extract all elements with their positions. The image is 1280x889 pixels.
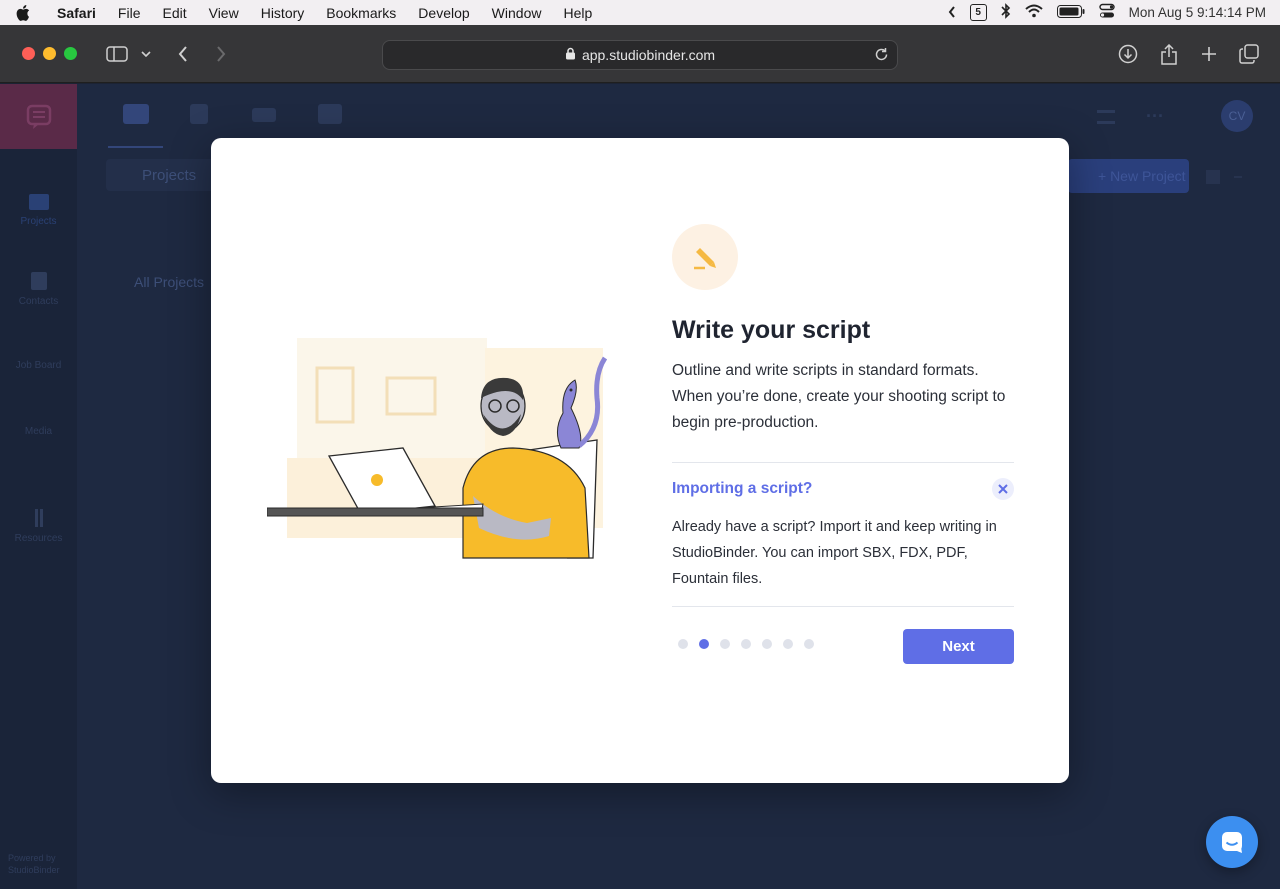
sidebar-toggle-icon[interactable] <box>104 39 130 69</box>
import-script-title: Importing a script? <box>672 480 813 497</box>
wifi-icon[interactable] <box>1024 4 1043 21</box>
menu-window[interactable]: Window <box>481 5 553 21</box>
tab-contacts-icon[interactable] <box>190 104 208 124</box>
close-window-button[interactable] <box>22 47 35 60</box>
sidebar-item-label: Contacts <box>18 296 59 307</box>
tab-calendar-icon[interactable] <box>318 104 342 124</box>
battery-icon[interactable] <box>1056 4 1085 21</box>
menu-help[interactable]: Help <box>552 5 603 21</box>
close-icon[interactable] <box>992 478 1014 500</box>
menubar-status-area: 5 Mon Aug 5 9:14:14 PM <box>948 0 1266 25</box>
tab-overview-icon[interactable] <box>1238 39 1260 69</box>
new-project-button[interactable]: + New Project <box>1068 159 1189 193</box>
sidebar-item-media[interactable]: Media <box>0 426 77 437</box>
menubar-clock[interactable]: Mon Aug 5 9:14:14 PM <box>1129 5 1266 20</box>
grid-view-icon[interactable] <box>1206 170 1220 184</box>
projects-breadcrumb[interactable]: Projects <box>106 159 216 191</box>
pagination-dot[interactable] <box>699 639 709 649</box>
new-project-label: + New Project <box>1098 168 1186 184</box>
chevron-left-icon[interactable] <box>948 5 956 21</box>
app-sidebar: Projects Contacts Job Board Media Resour… <box>0 84 77 889</box>
chat-icon[interactable] <box>1206 816 1258 868</box>
view-dropdown-icon[interactable] <box>1234 176 1242 178</box>
minimize-window-button[interactable] <box>43 47 56 60</box>
lock-icon <box>565 47 576 63</box>
divider-top <box>672 462 1014 463</box>
chevron-down-icon[interactable] <box>138 39 154 69</box>
all-projects-heading: All Projects <box>102 274 204 290</box>
pagination-dot[interactable] <box>804 639 814 649</box>
calendar-icon[interactable]: 5 <box>969 4 987 21</box>
menu-develop[interactable]: Develop <box>407 5 480 21</box>
forward-icon[interactable] <box>212 39 230 69</box>
more-options-icon[interactable]: ··· <box>1146 106 1164 127</box>
menu-bookmarks[interactable]: Bookmarks <box>315 5 407 21</box>
menu-lines-icon[interactable] <box>1097 110 1115 124</box>
menu-edit[interactable]: Edit <box>151 5 197 21</box>
pagination-dot[interactable] <box>720 639 730 649</box>
sidebar-item-label: Job Board <box>15 360 62 371</box>
sidebar-item-projects[interactable]: Projects <box>0 194 77 227</box>
import-script-description: Already have a script? Import it and kee… <box>672 519 997 587</box>
menu-app-name[interactable]: Safari <box>46 5 107 21</box>
sidebar-item-contacts[interactable]: Contacts <box>0 272 77 307</box>
bluetooth-icon[interactable] <box>1001 3 1011 22</box>
studiobinder-logo-icon <box>0 84 77 149</box>
control-center-icon[interactable] <box>1098 3 1115 22</box>
divider-bottom <box>672 606 1014 607</box>
sidebar-item-label: Media <box>24 426 53 437</box>
onboarding-modal: Write your script Outline and write scri… <box>211 138 1069 783</box>
new-tab-icon[interactable] <box>1198 39 1220 69</box>
pencil-icon <box>672 224 738 290</box>
next-button-label: Next <box>942 638 975 655</box>
safari-toolbar: app.studiobinder.com <box>0 25 1280 83</box>
calendar-badge: 5 <box>975 7 981 18</box>
contacts-icon <box>30 272 47 290</box>
sidebar-item-job-board[interactable]: Job Board <box>0 360 77 371</box>
avatar-initials: CV <box>1228 109 1246 123</box>
next-button[interactable]: Next <box>903 629 1014 664</box>
share-icon[interactable] <box>1158 39 1180 69</box>
apple-menu-icon[interactable] <box>0 4 46 21</box>
pagination-dot[interactable] <box>762 639 772 649</box>
address-bar[interactable]: app.studiobinder.com <box>382 40 898 70</box>
macos-menubar: Safari File Edit View History Bookmarks … <box>0 0 1280 25</box>
projects-icon <box>28 194 49 210</box>
sidebar-item-resources[interactable]: Resources <box>0 509 77 544</box>
menu-view[interactable]: View <box>198 5 250 21</box>
pagination-dots <box>678 639 814 649</box>
pagination-dot[interactable] <box>678 639 688 649</box>
zoom-window-button[interactable] <box>64 47 77 60</box>
tab-projects-icon[interactable] <box>123 104 149 124</box>
reload-icon[interactable] <box>874 47 889 65</box>
sidebar-item-label: Resources <box>14 533 63 544</box>
modal-title: Write your script <box>672 316 871 344</box>
active-tab-underline <box>108 146 163 148</box>
all-projects-label: All Projects <box>134 274 205 290</box>
menu-file[interactable]: File <box>107 5 152 21</box>
modal-description: Outline and write scripts in standard fo… <box>672 362 1006 431</box>
back-icon[interactable] <box>174 39 192 69</box>
sidebar-item-label: Projects <box>20 216 57 227</box>
avatar[interactable]: CV <box>1221 100 1253 132</box>
tab-locations-icon[interactable] <box>252 108 276 122</box>
writer-illustration <box>267 338 608 559</box>
pagination-dot[interactable] <box>741 639 751 649</box>
projects-breadcrumb-label: Projects <box>142 166 197 184</box>
powered-by-text: Powered by StudioBinder <box>8 853 60 875</box>
pagination-dot[interactable] <box>783 639 793 649</box>
downloads-icon[interactable] <box>1117 39 1139 69</box>
menu-history[interactable]: History <box>250 5 316 21</box>
resources-icon <box>34 509 43 527</box>
address-url: app.studiobinder.com <box>581 47 716 63</box>
